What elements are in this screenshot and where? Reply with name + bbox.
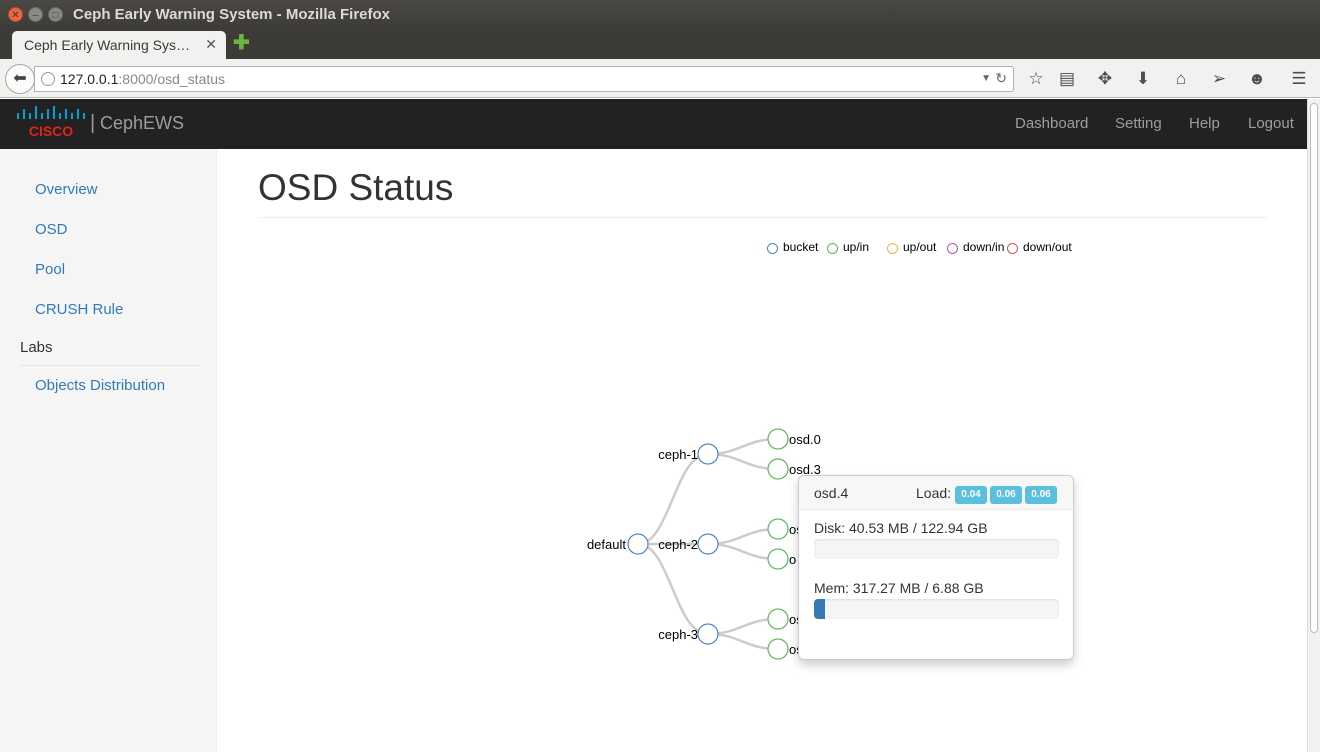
web-page: CISCO | CephEWS Dashboard Setting Help L… [0, 99, 1320, 752]
tree-node-root[interactable] [627, 533, 649, 555]
tree-node-osd[interactable] [767, 548, 789, 570]
sidebar-item-overview[interactable]: Overview [35, 181, 98, 198]
load-badge: 0.04 [955, 486, 987, 504]
popover-header: osd.4 Load: 0.04 0.06 0.06 [799, 476, 1073, 510]
globe-icon [41, 72, 55, 86]
sidebar: Overview OSD Pool CRUSH Rule Labs Object… [0, 149, 217, 752]
send-icon[interactable]: ➢ [1208, 68, 1230, 90]
reload-icon[interactable]: ↻ [995, 70, 1007, 87]
download-icon[interactable]: ⬇ [1132, 68, 1154, 90]
tree-label-host-1: ceph-1 [658, 447, 698, 462]
browser-toolbar: 127.0.0.1:8000/osd_status ▼ ↻ ⬅ ☆ ▤ ✥ ⬇ … [0, 59, 1320, 98]
osd-detail-popover: osd.4 Load: 0.04 0.06 0.06 Disk: 40.53 M… [798, 475, 1074, 660]
tree-label-osd: osd.0 [789, 432, 821, 447]
brand-name[interactable]: CephEWS [100, 113, 184, 134]
tree-label-host-3: ceph-3 [658, 627, 698, 642]
window-close-icon[interactable]: ✕ [8, 7, 23, 22]
home-icon[interactable]: ⌂ [1170, 68, 1192, 90]
legend-dot-down-in [947, 243, 958, 254]
legend-dot-up-in [827, 243, 838, 254]
tree-node-osd[interactable] [767, 458, 789, 480]
window-maximize-icon[interactable]: □ [48, 7, 63, 22]
brand-separator: | [90, 112, 96, 134]
page-scrollbar[interactable] [1307, 99, 1320, 752]
legend-label-down-in: down/in [963, 240, 1005, 254]
tree-node-osd[interactable] [767, 518, 789, 540]
load-badge: 0.06 [1025, 486, 1057, 504]
page-title: OSD Status [258, 167, 454, 208]
scrollbar-thumb[interactable] [1310, 103, 1318, 633]
tree-label-host-2: ceph-2 [658, 537, 698, 552]
mem-usage-fill [814, 599, 826, 619]
sidebar-divider [20, 365, 200, 366]
legend-label-down-out: down/out [1023, 240, 1072, 254]
nav-setting[interactable]: Setting [1115, 115, 1162, 132]
disk-usage-label: Disk: 40.53 MB / 122.94 GB [814, 520, 988, 536]
back-button[interactable]: ⬅ [5, 64, 35, 94]
browser-tab[interactable]: Ceph Early Warning Sys… ✕ [12, 31, 226, 59]
disk-usage-bar [814, 539, 1059, 559]
nav-dashboard[interactable]: Dashboard [1015, 115, 1088, 132]
tab-strip: Ceph Early Warning Sys… ✕ ✚ [0, 29, 1320, 59]
tree-node-host-2[interactable] [697, 533, 719, 555]
window-minimize-icon[interactable]: – [28, 7, 43, 22]
popover-load-label: Load: [916, 485, 952, 501]
menu-icon[interactable]: ☰ [1288, 68, 1310, 90]
tab-title: Ceph Early Warning Sys… [24, 37, 190, 53]
url-history-dropdown-icon[interactable]: ▼ [981, 73, 991, 84]
back-arrow-icon: ⬅ [13, 70, 27, 87]
window-titlebar: ✕ – □ Ceph Early Warning System - Mozill… [0, 0, 1320, 29]
tree-label-osd: o [789, 552, 796, 567]
tab-close-icon[interactable]: ✕ [205, 36, 217, 53]
bookmark-star-icon[interactable]: ☆ [1025, 68, 1047, 90]
legend-label-up-in: up/in [843, 240, 870, 254]
nav-help[interactable]: Help [1189, 115, 1220, 132]
sidebar-section-labs: Labs [20, 339, 53, 356]
title-divider [258, 217, 1267, 218]
legend-label-up-out: up/out [903, 240, 937, 254]
legend-label-bucket: bucket [783, 240, 819, 254]
mem-usage-label: Mem: 317.27 MB / 6.88 GB [814, 580, 984, 596]
chat-icon[interactable]: ☻ [1246, 68, 1268, 90]
legend-dot-up-out [887, 243, 898, 254]
tree-node-osd[interactable] [767, 428, 789, 450]
window-title: Ceph Early Warning System - Mozilla Fire… [73, 6, 391, 23]
tree-node-host-3[interactable] [697, 623, 719, 645]
sidebar-item-objects-distribution[interactable]: Objects Distribution [35, 377, 165, 394]
reading-list-icon[interactable]: ▤ [1056, 68, 1078, 90]
tree-node-osd[interactable] [767, 608, 789, 630]
load-badge: 0.06 [990, 486, 1022, 504]
new-tab-icon[interactable]: ✚ [233, 33, 250, 53]
tree-node-osd[interactable] [767, 638, 789, 660]
url-text[interactable]: 127.0.0.1:8000/osd_status [60, 71, 225, 87]
mem-usage-bar [814, 599, 1059, 619]
tree-node-host-1[interactable] [697, 443, 719, 465]
legend-dot-bucket [767, 243, 778, 254]
legend-dot-down-out [1007, 243, 1018, 254]
cisco-logo[interactable]: CISCO [16, 104, 86, 140]
svg-text:CISCO: CISCO [29, 123, 73, 139]
tree-label-root: default [587, 537, 626, 552]
sidebar-item-osd[interactable]: OSD [35, 221, 68, 238]
sidebar-item-crush-rule[interactable]: CRUSH Rule [35, 301, 123, 318]
nav-logout[interactable]: Logout [1248, 115, 1294, 132]
sidebar-item-pool[interactable]: Pool [35, 261, 65, 278]
move-icon[interactable]: ✥ [1094, 68, 1116, 90]
app-header: CISCO | CephEWS Dashboard Setting Help L… [0, 99, 1307, 149]
url-bar[interactable]: 127.0.0.1:8000/osd_status ▼ ↻ [34, 66, 1014, 92]
popover-osd-name: osd.4 [814, 485, 849, 501]
